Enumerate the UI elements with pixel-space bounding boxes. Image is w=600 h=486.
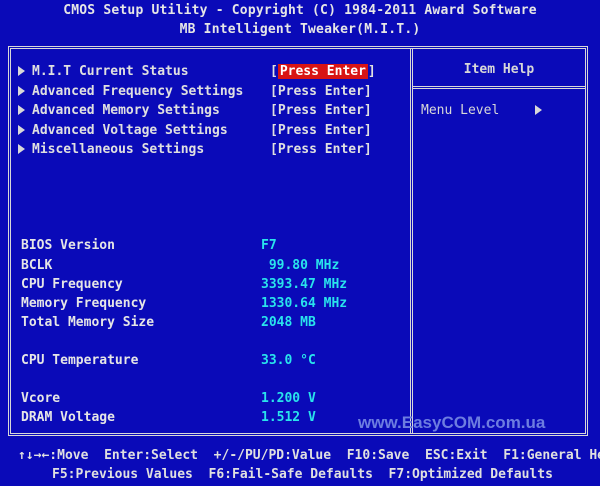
menu-item-value[interactable]: [Press Enter]: [270, 101, 372, 120]
info-label-cpu-frequency: CPU Frequency: [21, 277, 123, 292]
info-value-total-memory: 2048 MB: [261, 315, 316, 330]
press-enter-selected[interactable]: Press Enter: [277, 64, 368, 79]
menu-item-value[interactable]: [Press Enter]: [270, 140, 372, 159]
menu-item-label: M.I.T Current Status: [32, 64, 189, 79]
menu-item-voltage-settings[interactable]: Advanced Voltage Settings [Press Enter]: [18, 121, 378, 141]
menu-item-label: Advanced Frequency Settings: [32, 83, 244, 99]
info-label-total-memory: Total Memory Size: [21, 315, 155, 330]
info-value-memory-frequency: 1330.64 MHz: [261, 296, 348, 311]
menu-item-value[interactable]: [Press Enter]: [270, 121, 372, 140]
info-value-vcore: 1.200 V: [261, 391, 316, 406]
mit-menu: M.I.T Current Status [Press Enter] Advan…: [18, 62, 378, 160]
info-label-bios-version: BIOS Version: [21, 238, 115, 253]
item-help-title: Item Help: [463, 62, 535, 77]
panel-divider: [410, 49, 413, 433]
app-title: CMOS Setup Utility - Copyright (C) 1984-…: [63, 3, 537, 18]
key-help-line-2: F5:Previous Values F6:Fail-Safe Defaults…: [52, 467, 553, 482]
info-label-bclk: BCLK: [21, 258, 53, 273]
submenu-arrow-icon: [18, 66, 25, 76]
info-value-cpu-frequency: 3393.47 MHz: [261, 277, 348, 292]
submenu-arrow-icon: [18, 144, 25, 155]
info-label-memory-frequency: Memory Frequency: [21, 296, 147, 311]
menu-item-current-status[interactable]: M.I.T Current Status [Press Enter]: [18, 62, 378, 82]
watermark: www.EasyCOM.com.ua: [358, 413, 546, 432]
info-label-cpu-temperature: CPU Temperature: [21, 353, 139, 368]
info-value-cpu-temperature: 33.0 °C: [261, 353, 316, 368]
menu-level: Menu Level: [421, 103, 549, 118]
menu-item-value[interactable]: [Press Enter]: [270, 62, 376, 81]
menu-item-value[interactable]: [Press Enter]: [270, 82, 372, 101]
menu-item-label: Advanced Memory Settings: [32, 103, 220, 119]
menu-item-label: Miscellaneous Settings: [32, 142, 205, 158]
item-help-header: Item Help: [413, 49, 585, 89]
menu-level-label: Menu Level: [421, 103, 500, 118]
menu-item-miscellaneous-settings[interactable]: Miscellaneous Settings [Press Enter]: [18, 140, 378, 160]
menu-level-arrow-icon: [535, 105, 543, 115]
menu-item-frequency-settings[interactable]: Advanced Frequency Settings [Press Enter…: [18, 82, 378, 102]
submenu-arrow-icon: [18, 105, 25, 116]
info-label-dram-voltage: DRAM Voltage: [21, 410, 115, 425]
key-help-line-1: ↑↓→←:Move Enter:Select +/-/PU/PD:Value F…: [18, 448, 600, 463]
info-value-bclk: 99.80 MHz: [261, 258, 340, 273]
info-label-vcore: Vcore: [21, 391, 61, 406]
page-title: MB Intelligent Tweaker(M.I.T.): [179, 22, 421, 37]
submenu-arrow-icon: [18, 124, 25, 135]
info-value-bios-version: F7: [261, 238, 277, 253]
menu-item-label: Advanced Voltage Settings: [32, 122, 228, 138]
menu-item-memory-settings[interactable]: Advanced Memory Settings [Press Enter]: [18, 101, 378, 121]
submenu-arrow-icon: [18, 85, 25, 96]
info-value-dram-voltage: 1.512 V: [261, 410, 316, 425]
